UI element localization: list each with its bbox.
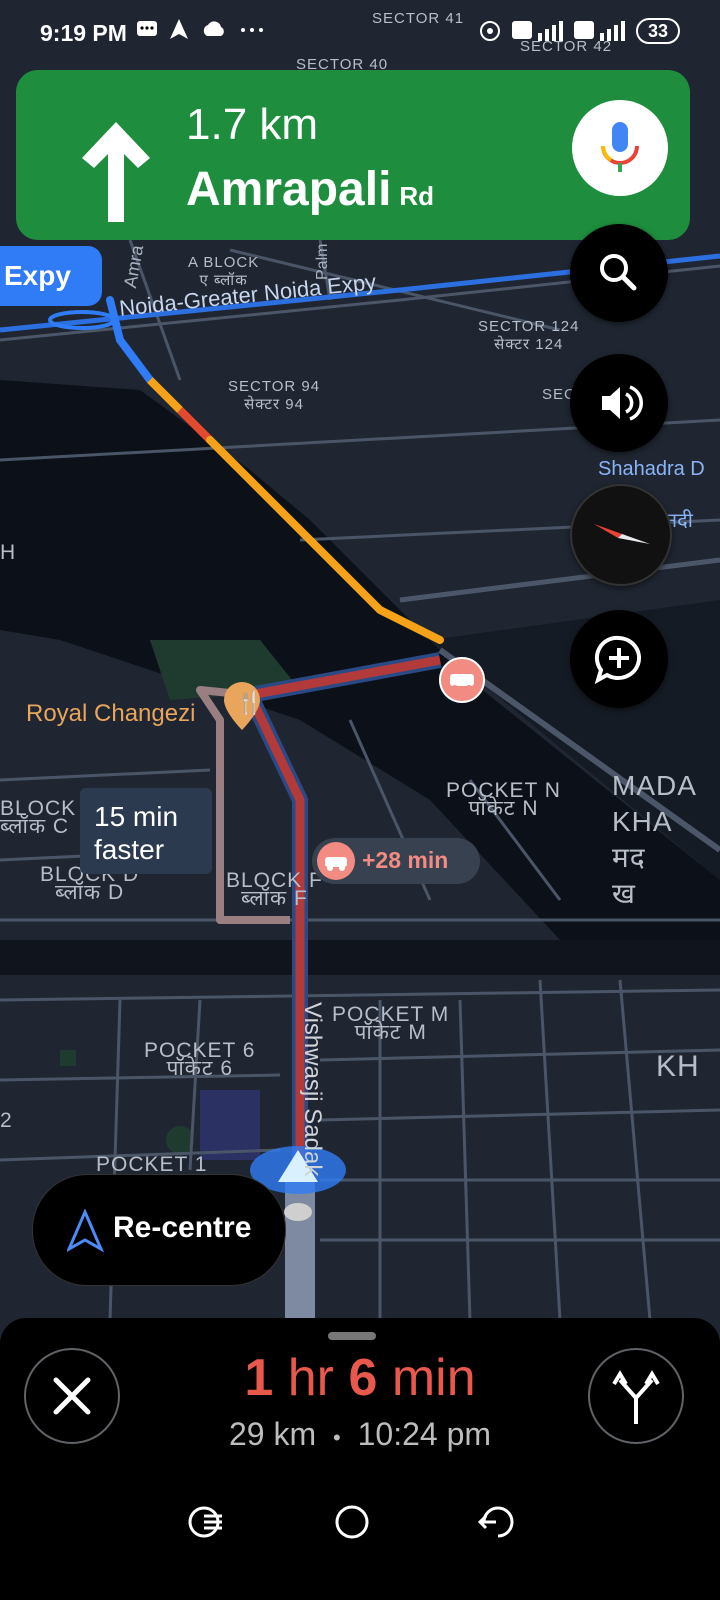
- place-label-royal-changezi[interactable]: Royal Changezi: [26, 700, 195, 728]
- map-label-block-f: BLOCK F ब्लॉक F: [226, 869, 323, 910]
- map-label-two: 2: [0, 1109, 13, 1132]
- traffic-delay-text: +28 min: [362, 847, 449, 873]
- voice-search-button[interactable]: [572, 100, 668, 196]
- instruction-distance: 1.7 km: [186, 100, 319, 149]
- navigation-arrow-icon: [67, 1209, 105, 1253]
- cloud-icon: [203, 21, 224, 36]
- status-icons-left: [136, 18, 266, 40]
- recentre-label: Re-centre: [113, 1211, 252, 1244]
- close-icon: [53, 1377, 91, 1415]
- hotspot-icon: [479, 21, 500, 41]
- map-label-sector-124: SECTOR 124 सेक्टर 124: [478, 318, 580, 353]
- map-label-h: H: [0, 541, 17, 564]
- microphone-icon: [601, 122, 639, 172]
- alternate-routes-button[interactable]: [588, 1348, 684, 1444]
- home-icon[interactable]: [332, 1502, 372, 1542]
- route-fork-icon: [612, 1370, 660, 1424]
- traffic-delay-chip[interactable]: +28 min: [312, 838, 480, 884]
- battery-indicator: 33: [635, 18, 680, 44]
- compass-icon: [594, 524, 650, 544]
- alternate-route-desc: faster: [94, 834, 165, 865]
- map-label-pocket-6: POCKET 6 पॉकेट 6: [144, 1039, 256, 1080]
- exit-navigation-button[interactable]: [24, 1348, 120, 1444]
- sound-button[interactable]: [570, 354, 668, 452]
- map-label-pocket-1: POCKET 1: [96, 1153, 208, 1176]
- map-label-madan: MADA KHA मद ख: [612, 770, 697, 909]
- compass-button[interactable]: [570, 484, 672, 586]
- instruction-street: Amrapali Rd: [186, 163, 435, 216]
- map-label-pocket-n: POCKET N पॉकेट N: [446, 779, 561, 820]
- signal-4g-icon: [573, 21, 625, 41]
- sheet-drag-handle[interactable]: [328, 1332, 376, 1340]
- road-label-vishwas: Vishwasji Sadak: [299, 1002, 326, 1177]
- road-label-palm: Palm: [314, 243, 331, 280]
- trip-arrival-time: 10:24 pm: [357, 1416, 492, 1452]
- alternate-route-callout[interactable]: 15 min faster: [80, 788, 212, 874]
- report-bubble-icon: [594, 635, 642, 685]
- trip-distance: 29 km: [228, 1416, 317, 1452]
- navigation-arrow-icon: [170, 19, 188, 39]
- svg-text:🍴: 🍴: [236, 690, 263, 716]
- highway-shield-expy: Expy: [0, 246, 102, 306]
- status-bar: 9:19 PM 33: [0, 0, 720, 64]
- search-icon: [600, 254, 637, 291]
- signal-icon: [511, 21, 563, 41]
- back-icon[interactable]: [476, 1502, 520, 1542]
- map-label-sector-94: SECTOR 94 सेक्टर 94: [228, 378, 321, 413]
- alternate-route-time: 15 min: [94, 801, 179, 832]
- message-icon: [137, 21, 157, 36]
- search-button[interactable]: [570, 224, 668, 322]
- add-report-button[interactable]: [570, 610, 668, 708]
- straight-arrow-icon: [82, 122, 150, 222]
- more-icon: [241, 28, 263, 32]
- volume-icon: [602, 385, 643, 421]
- recent-apps-icon[interactable]: [186, 1502, 226, 1542]
- system-navigation-bar: [0, 1500, 720, 1600]
- traffic-car-icon: [317, 842, 355, 880]
- map-label-kh: KH: [656, 1050, 700, 1083]
- status-time: 9:19 PM: [40, 20, 127, 46]
- road-label-shahadra: Shahadra D: [598, 458, 705, 480]
- status-icons-right: 33: [478, 18, 680, 44]
- map-label-pocket-m: POCKET M पॉकेट M: [332, 1003, 450, 1044]
- recentre-button[interactable]: Re-centre: [32, 1174, 286, 1286]
